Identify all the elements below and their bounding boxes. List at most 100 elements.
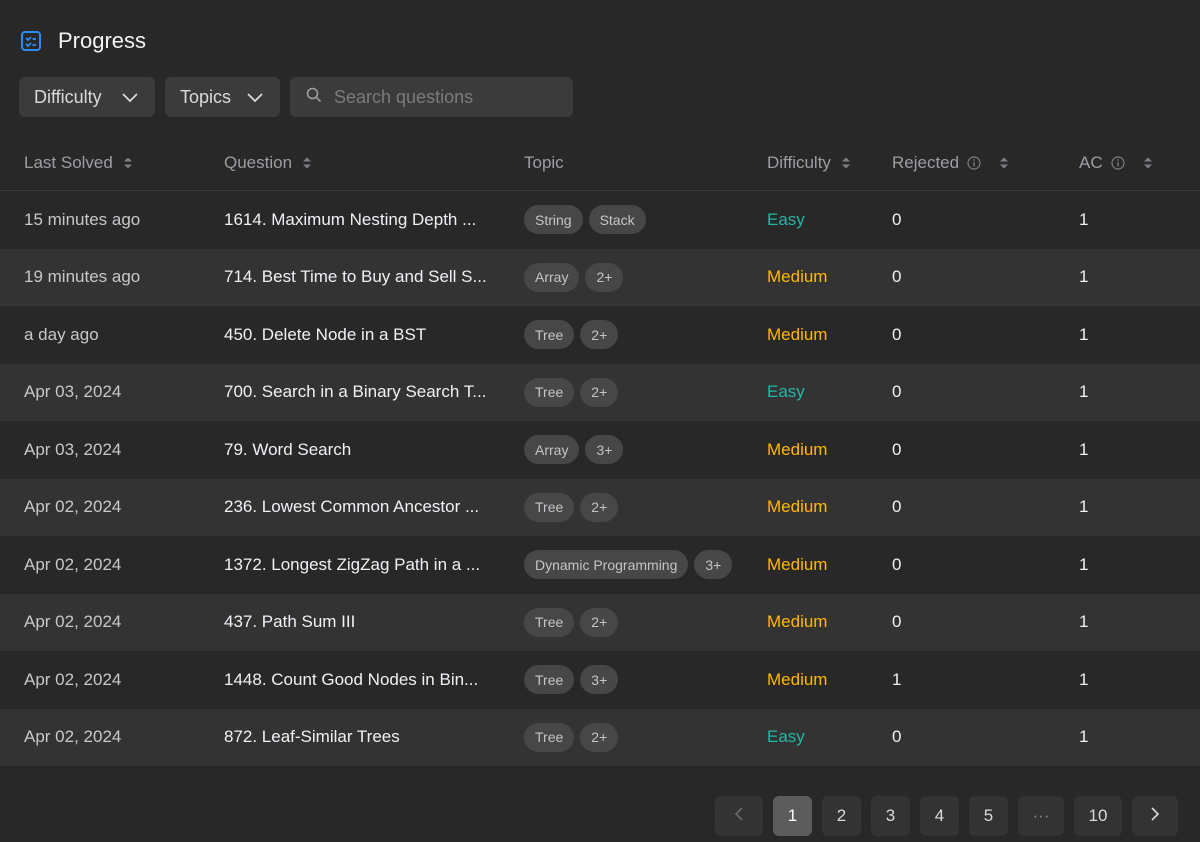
question-link[interactable]: 437. Path Sum III: [224, 594, 524, 652]
topic-tag[interactable]: Tree: [524, 607, 575, 637]
page-button-3[interactable]: 3: [871, 796, 910, 836]
topics-filter-button[interactable]: Topics: [165, 77, 280, 117]
column-label: Topic: [524, 153, 564, 172]
question-link[interactable]: 1372. Longest ZigZag Path in a ...: [224, 536, 524, 594]
page-button-1[interactable]: 1: [773, 796, 812, 836]
chevron-down-icon: [246, 91, 264, 103]
topic-more-tag[interactable]: 3+: [694, 550, 733, 580]
topic-cell: Tree 2+: [524, 306, 767, 364]
column-header-question[interactable]: Question: [224, 136, 524, 190]
table-row[interactable]: 19 minutes ago 714. Best Time to Buy and…: [0, 248, 1200, 307]
table-row[interactable]: Apr 02, 2024 1372. Longest ZigZag Path i…: [0, 536, 1200, 594]
column-label: Difficulty: [767, 153, 831, 172]
topic-cell: String Stack: [524, 191, 767, 249]
topic-tag[interactable]: String: [524, 205, 583, 235]
topic-more-tag[interactable]: 2+: [580, 377, 619, 407]
table-row[interactable]: Apr 03, 2024 79. Word Search Array 3+ Me…: [0, 421, 1200, 479]
table-row[interactable]: Apr 02, 2024 1448. Count Good Nodes in B…: [0, 651, 1200, 709]
sort-icon[interactable]: [1143, 156, 1153, 170]
difficulty-cell: Medium: [767, 439, 828, 459]
topic-more-tag[interactable]: 3+: [580, 665, 619, 695]
filter-bar: Difficulty Topics: [19, 77, 573, 117]
topic-tag[interactable]: Tree: [524, 320, 575, 350]
topic-more-tag[interactable]: 2+: [580, 607, 619, 637]
ac-cell: 1: [1079, 554, 1089, 574]
page-button-5[interactable]: 5: [969, 796, 1008, 836]
topic-cell: Tree 2+: [524, 709, 767, 767]
ac-cell: 1: [1079, 267, 1089, 287]
topic-tag[interactable]: Tree: [524, 377, 575, 407]
rejected-cell: 0: [892, 497, 902, 517]
sort-icon[interactable]: [841, 156, 851, 170]
table-row[interactable]: Apr 02, 2024 236. Lowest Common Ancestor…: [0, 478, 1200, 537]
info-icon[interactable]: [1111, 156, 1125, 170]
rejected-cell: 0: [892, 267, 902, 287]
column-header-last-solved[interactable]: Last Solved: [0, 136, 224, 190]
column-header-difficulty[interactable]: Difficulty: [767, 136, 892, 190]
column-header-topic: Topic: [524, 136, 767, 190]
next-page-button[interactable]: [1132, 796, 1178, 836]
table-row[interactable]: Apr 03, 2024 700. Search in a Binary Sea…: [0, 363, 1200, 422]
question-link[interactable]: 872. Leaf-Similar Trees: [224, 709, 524, 767]
topic-more-tag[interactable]: 2+: [580, 320, 619, 350]
info-icon[interactable]: [967, 156, 981, 170]
question-link[interactable]: 1448. Count Good Nodes in Bin...: [224, 651, 524, 709]
topic-cell: Tree 2+: [524, 364, 767, 422]
difficulty-cell: Medium: [767, 669, 828, 689]
previous-page-button[interactable]: [715, 796, 763, 836]
pagination-ellipsis[interactable]: ···: [1018, 796, 1064, 836]
page-title: Progress: [58, 28, 147, 53]
topic-more-tag[interactable]: 2+: [580, 722, 619, 752]
column-header-ac[interactable]: AC: [1079, 136, 1200, 190]
table-row[interactable]: a day ago 450. Delete Node in a BST Tree…: [0, 306, 1200, 364]
ac-cell: 1: [1079, 612, 1089, 632]
page-button-10[interactable]: 10: [1074, 796, 1122, 836]
sort-icon[interactable]: [999, 156, 1009, 170]
ac-cell: 1: [1079, 439, 1089, 459]
difficulty-cell: Medium: [767, 612, 828, 632]
topic-cell: Tree 3+: [524, 651, 767, 709]
ac-cell: 1: [1079, 382, 1089, 402]
topic-cell: Tree 2+: [524, 594, 767, 652]
sort-icon[interactable]: [302, 156, 312, 170]
topic-tag[interactable]: Tree: [524, 492, 575, 522]
topic-more-tag[interactable]: 3+: [585, 435, 624, 465]
chevron-left-icon: [734, 806, 744, 827]
question-link[interactable]: 700. Search in a Binary Search T...: [224, 364, 524, 422]
checklist-icon: [20, 30, 42, 52]
table-row[interactable]: Apr 02, 2024 872. Leaf-Similar Trees Tre…: [0, 708, 1200, 767]
difficulty-cell: Medium: [767, 497, 828, 517]
topic-cell: Array 3+: [524, 421, 767, 479]
question-link[interactable]: 1614. Maximum Nesting Depth ...: [224, 191, 524, 249]
topic-tag[interactable]: Array: [524, 262, 580, 292]
progress-table: Last Solved Question Topic Difficulty Re…: [0, 136, 1200, 766]
sort-icon[interactable]: [123, 156, 133, 170]
search-input[interactable]: [334, 86, 554, 108]
last-solved-cell: 19 minutes ago: [24, 267, 141, 287]
difficulty-filter-button[interactable]: Difficulty: [19, 77, 155, 117]
topic-more-tag[interactable]: 2+: [580, 492, 619, 522]
chevron-right-icon: [1150, 806, 1160, 827]
topic-tag[interactable]: Stack: [588, 205, 646, 235]
question-link[interactable]: 236. Lowest Common Ancestor ...: [224, 479, 524, 537]
table-row[interactable]: 15 minutes ago 1614. Maximum Nesting Dep…: [0, 191, 1200, 249]
rejected-cell: 0: [892, 382, 902, 402]
question-link[interactable]: 714. Best Time to Buy and Sell S...: [224, 249, 524, 307]
topic-tag[interactable]: Tree: [524, 665, 575, 695]
difficulty-cell: Medium: [767, 554, 828, 574]
question-link[interactable]: 450. Delete Node in a BST: [224, 306, 524, 364]
topic-more-tag[interactable]: 2+: [585, 262, 624, 292]
last-solved-cell: Apr 02, 2024: [24, 727, 122, 747]
column-label: AC: [1079, 153, 1103, 172]
search-box[interactable]: [290, 77, 573, 117]
topic-tag[interactable]: Tree: [524, 722, 575, 752]
rejected-cell: 0: [892, 439, 902, 459]
topic-tag[interactable]: Dynamic Programming: [524, 550, 689, 580]
ac-cell: 1: [1079, 209, 1089, 229]
page-button-4[interactable]: 4: [920, 796, 959, 836]
page-button-2[interactable]: 2: [822, 796, 861, 836]
table-row[interactable]: Apr 02, 2024 437. Path Sum III Tree 2+ M…: [0, 593, 1200, 652]
topic-tag[interactable]: Array: [524, 435, 580, 465]
column-header-rejected[interactable]: Rejected: [892, 136, 1079, 190]
question-link[interactable]: 79. Word Search: [224, 421, 524, 479]
